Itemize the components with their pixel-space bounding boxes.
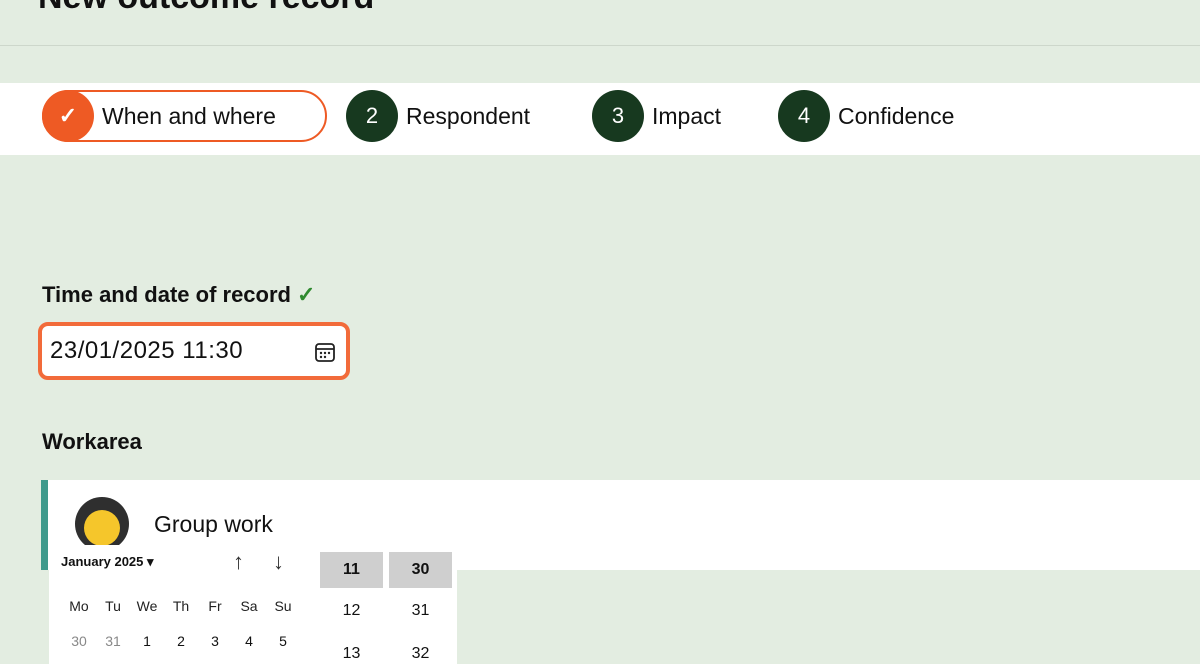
hour-option[interactable]: 12: [320, 593, 383, 629]
calendar-day[interactable]: 4: [232, 633, 266, 649]
workarea-label: Workarea: [42, 429, 142, 454]
datetime-value: 23/01/2025 11:30: [50, 337, 244, 364]
weekday-header: Th: [172, 598, 190, 614]
weekday-header: We: [136, 598, 158, 614]
valid-check-icon: ✓: [296, 282, 316, 307]
next-month-arrow-icon[interactable]: ↓: [273, 549, 284, 575]
weekday-header: Tu: [105, 598, 121, 614]
page-title: New outcome record: [38, 0, 374, 17]
group-work-icon: [75, 497, 129, 551]
step-check-icon: ✓: [42, 90, 94, 142]
step-impact[interactable]: 3 Impact: [592, 90, 721, 142]
weekday-header: Fr: [208, 598, 222, 614]
stepper: ✓ When and where 2 Respondent 3 Impact 4…: [0, 83, 1200, 155]
step-confidence[interactable]: 4 Confidence: [778, 90, 954, 142]
datetime-input[interactable]: 23/01/2025 11:30: [38, 322, 350, 380]
weekday-header: Su: [274, 598, 292, 614]
calendar-day[interactable]: 5: [266, 633, 300, 649]
datetime-picker-popup: January 2025 ▾ ↑ ↓ Mo Tu We Th Fr Sa Su …: [49, 545, 457, 664]
calendar-day[interactable]: 31: [96, 633, 130, 649]
minute-option-selected[interactable]: 30: [389, 552, 452, 588]
step-respondent[interactable]: 2 Respondent: [346, 90, 530, 142]
calendar-icon[interactable]: [314, 341, 336, 363]
step-number: 3: [592, 90, 644, 142]
minute-option[interactable]: 31: [389, 593, 452, 629]
step-label: Impact: [652, 102, 722, 129]
month-year-selector[interactable]: January 2025 ▾: [61, 554, 154, 570]
workarea-option-label: Group work: [154, 511, 273, 537]
datetime-label: Time and date of record ✓: [42, 282, 315, 308]
weekday-header: Mo: [69, 598, 89, 614]
hour-option[interactable]: 13: [320, 636, 383, 664]
step-label: Respondent: [406, 102, 531, 129]
step-number: 2: [346, 90, 398, 142]
calendar-day[interactable]: 30: [62, 633, 96, 649]
step-when-and-where[interactable]: ✓ When and where: [42, 90, 327, 142]
minute-option[interactable]: 32: [389, 636, 452, 664]
weekday-header: Sa: [240, 598, 258, 614]
step-label: Confidence: [838, 102, 955, 129]
datetime-label-text: Time and date of record: [42, 282, 291, 307]
calendar-day[interactable]: 2: [164, 633, 198, 649]
step-number: 4: [778, 90, 830, 142]
calendar-day[interactable]: 3: [198, 633, 232, 649]
title-divider: [0, 45, 1200, 46]
calendar-day[interactable]: 1: [130, 633, 164, 649]
hour-option-selected[interactable]: 11: [320, 552, 383, 588]
previous-month-arrow-icon[interactable]: ↑: [233, 549, 244, 575]
step-label: When and where: [102, 102, 276, 129]
